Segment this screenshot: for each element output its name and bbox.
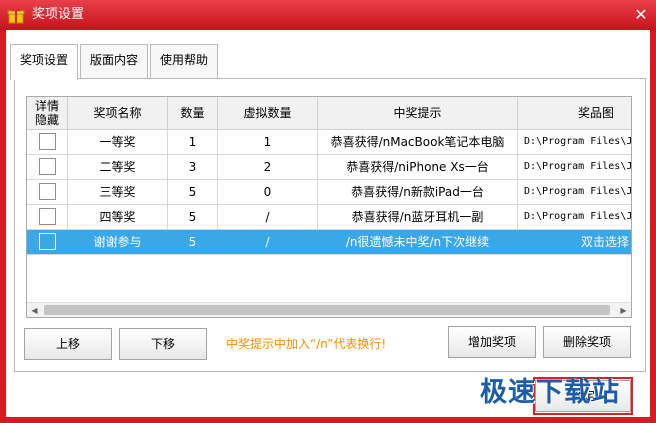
- quantity-cell[interactable]: 3: [168, 155, 218, 179]
- tab-help[interactable]: 使用帮助: [150, 44, 218, 79]
- delete-prize-button[interactable]: 删除奖项: [543, 326, 631, 358]
- scrollbar-thumb[interactable]: [44, 305, 610, 315]
- gift-icon: [7, 8, 25, 24]
- prize-image-cell[interactable]: D:\Program Files\J: [518, 205, 631, 229]
- virtual-quantity-cell[interactable]: 2: [218, 155, 318, 179]
- tab-prize-settings[interactable]: 奖项设置: [10, 44, 78, 80]
- hide-detail-checkbox[interactable]: [39, 183, 56, 200]
- hide-detail-checkbox[interactable]: [39, 233, 56, 250]
- column-header-prize-name[interactable]: 奖项名称: [68, 97, 168, 129]
- prize-image-cell[interactable]: D:\Program Files\J: [518, 130, 631, 154]
- prize-name-cell[interactable]: 二等奖: [68, 155, 168, 179]
- virtual-quantity-cell[interactable]: 0: [218, 180, 318, 204]
- hide-detail-checkbox[interactable]: [39, 208, 56, 225]
- horizontal-scrollbar[interactable]: ◀ ▶: [27, 302, 631, 317]
- hide-detail-checkbox[interactable]: [39, 133, 56, 150]
- tab-layout-content[interactable]: 版面内容: [80, 44, 148, 79]
- prize-image-cell[interactable]: 双击选择: [518, 230, 631, 254]
- prize-name-cell[interactable]: 一等奖: [68, 130, 168, 154]
- table-row[interactable]: 四等奖 5 / 恭喜获得/n蓝牙耳机一副 D:\Program Files\J: [27, 205, 631, 230]
- move-down-button[interactable]: 下移: [119, 328, 207, 360]
- column-header-quantity[interactable]: 数量: [168, 97, 218, 129]
- column-header-prize-image[interactable]: 奖品图: [518, 97, 631, 129]
- quantity-cell[interactable]: 5: [168, 230, 218, 254]
- win-tip-cell[interactable]: 恭喜获得/n新款iPad一台: [318, 180, 518, 204]
- prize-name-cell[interactable]: 三等奖: [68, 180, 168, 204]
- prize-name-cell[interactable]: 四等奖: [68, 205, 168, 229]
- add-prize-button[interactable]: 增加奖项: [448, 326, 536, 358]
- table-header: 详情 隐藏 奖项名称 数量 虚拟数量 中奖提示 奖品图: [27, 97, 631, 130]
- hide-detail-checkbox[interactable]: [39, 158, 56, 175]
- column-header-label: 详情 隐藏: [34, 99, 59, 127]
- prize-name-cell[interactable]: 谢谢参与: [68, 230, 168, 254]
- win-tip-cell[interactable]: /n很遗憾未中奖/n下次继续: [318, 230, 518, 254]
- table-row[interactable]: 三等奖 5 0 恭喜获得/n新款iPad一台 D:\Program Files\…: [27, 180, 631, 205]
- column-header-virtual-quantity[interactable]: 虚拟数量: [218, 97, 318, 129]
- quantity-cell[interactable]: 5: [168, 205, 218, 229]
- column-header-hide-detail[interactable]: 详情 隐藏: [27, 97, 68, 129]
- table-row-selected[interactable]: 谢谢参与 5 / /n很遗憾未中奖/n下次继续 双击选择: [27, 230, 631, 255]
- scroll-left-icon[interactable]: ◀: [27, 303, 42, 317]
- scroll-right-icon[interactable]: ▶: [616, 303, 631, 317]
- win-tip-cell[interactable]: 恭喜获得/niPhone Xs一台: [318, 155, 518, 179]
- virtual-quantity-cell[interactable]: /: [218, 205, 318, 229]
- win-tip-cell[interactable]: 恭喜获得/nMacBook笔记本电脑: [318, 130, 518, 154]
- table-row[interactable]: 二等奖 3 2 恭喜获得/niPhone Xs一台 D:\Program Fil…: [27, 155, 631, 180]
- prize-settings-window: 奖项设置 ✕ 奖项设置 版面内容 使用帮助 详情 隐藏 奖项名称 数量 虚拟数量…: [0, 0, 656, 423]
- quantity-cell[interactable]: 5: [168, 180, 218, 204]
- virtual-quantity-cell[interactable]: /: [218, 230, 318, 254]
- virtual-quantity-cell[interactable]: 1: [218, 130, 318, 154]
- title-bar[interactable]: 奖项设置 ✕: [0, 0, 656, 30]
- win-tip-cell[interactable]: 恭喜获得/n蓝牙耳机一副: [318, 205, 518, 229]
- column-header-win-tip[interactable]: 中奖提示: [318, 97, 518, 129]
- prize-table[interactable]: 详情 隐藏 奖项名称 数量 虚拟数量 中奖提示 奖品图 一等奖 1 1 恭喜获得…: [26, 96, 632, 318]
- prize-image-cell[interactable]: D:\Program Files\J: [518, 155, 631, 179]
- prize-image-cell[interactable]: D:\Program Files\J: [518, 180, 631, 204]
- close-button[interactable]: ✕: [628, 2, 654, 28]
- watermark-text: 极速下载站: [480, 377, 620, 408]
- hint-text: 中奖提示中加入“/n”代表换行!: [226, 337, 387, 351]
- table-row[interactable]: 一等奖 1 1 恭喜获得/nMacBook笔记本电脑 D:\Program Fi…: [27, 130, 631, 155]
- move-up-button[interactable]: 上移: [24, 328, 112, 360]
- quantity-cell[interactable]: 1: [168, 130, 218, 154]
- window-title: 奖项设置: [32, 7, 85, 22]
